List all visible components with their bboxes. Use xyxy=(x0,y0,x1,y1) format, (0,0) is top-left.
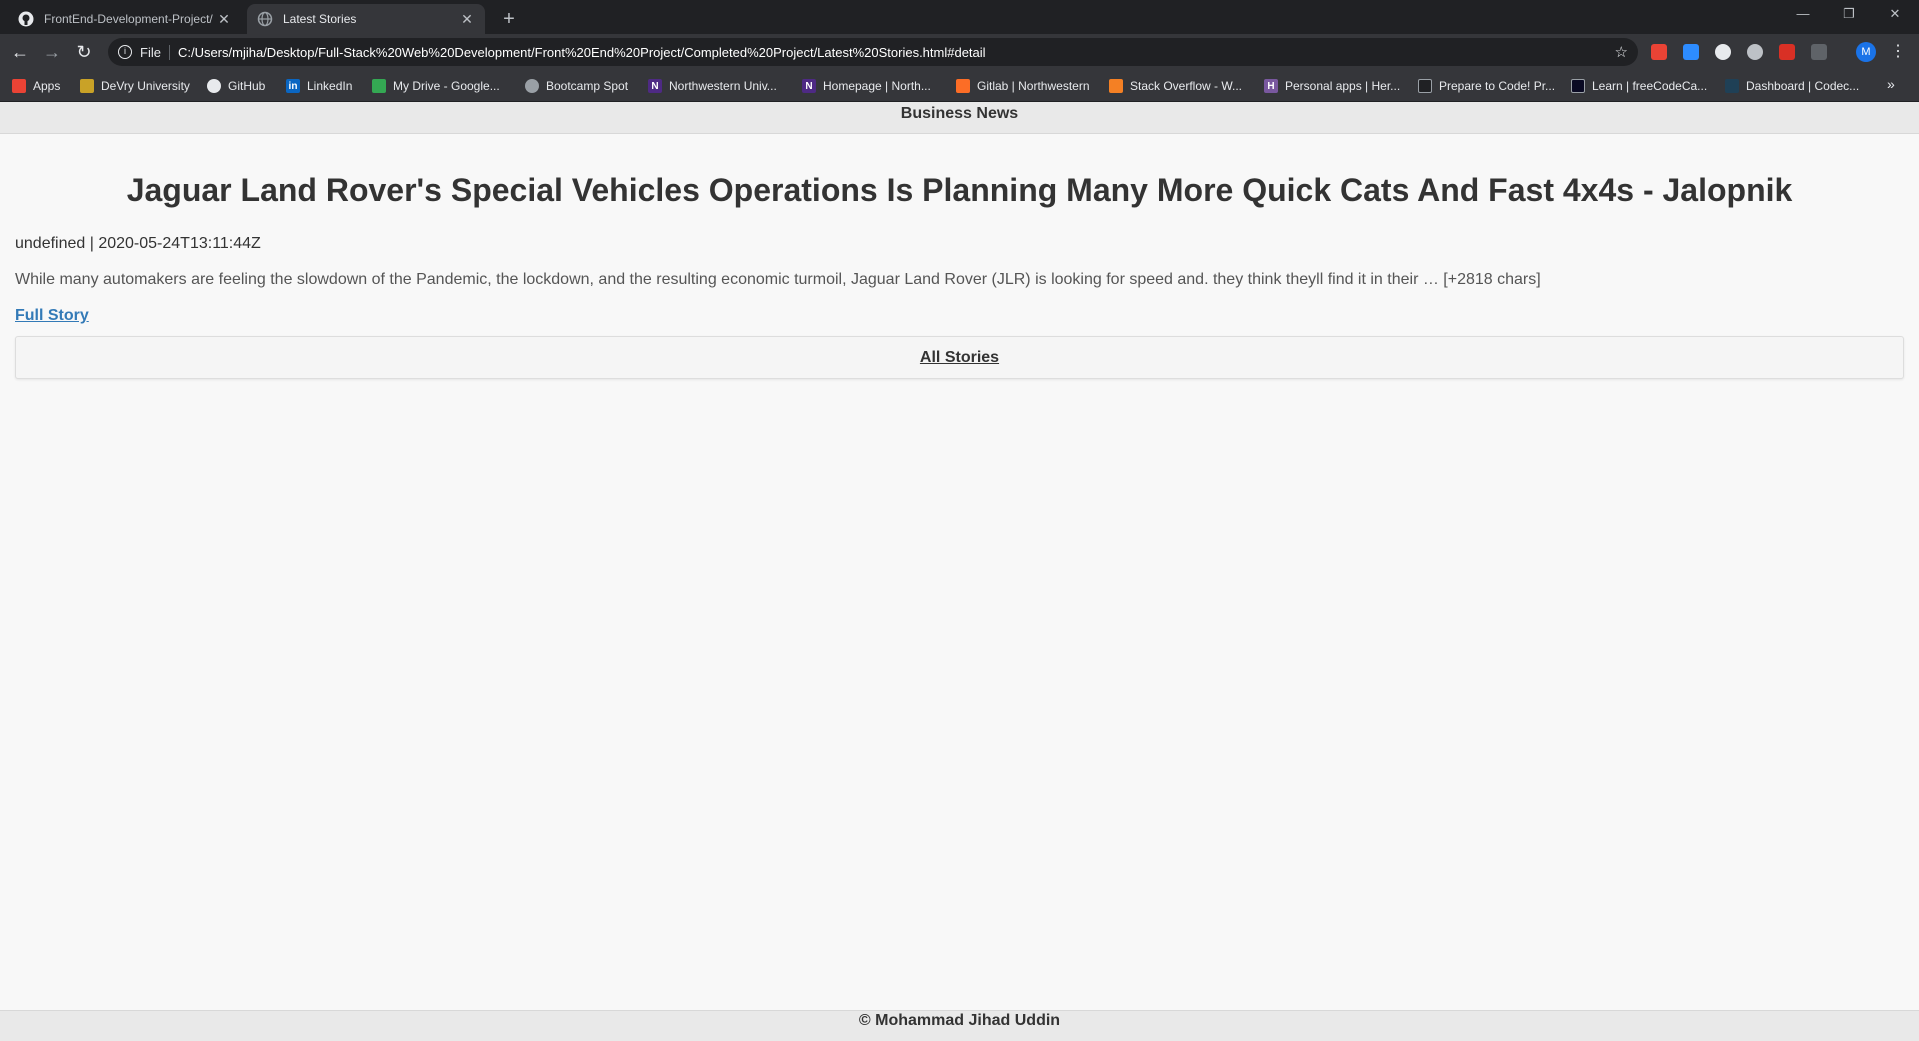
address-bar[interactable]: i File C:/Users/mjiha/Desktop/Full-Stack… xyxy=(108,38,1638,66)
bookmark-label: Northwestern Univ... xyxy=(669,79,777,93)
stackoverflow-icon xyxy=(1109,79,1123,93)
article-meta: undefined | 2020-05-24T13:11:44Z xyxy=(15,235,261,252)
bookmark-stackoverflow[interactable]: Stack Overflow - W... xyxy=(1109,78,1242,94)
northwestern-n-icon: N xyxy=(802,79,816,93)
gitlab-icon xyxy=(956,79,970,93)
full-story-link[interactable]: Full Story xyxy=(15,307,89,325)
extension-record-icon[interactable] xyxy=(1747,44,1763,60)
profile-avatar[interactable]: M xyxy=(1856,42,1876,62)
bookmark-github[interactable]: GitHub xyxy=(207,78,265,94)
bookmark-label: Gitlab | Northwestern xyxy=(977,79,1090,93)
bookmarks-bar: Apps DeVry University GitHub in LinkedIn… xyxy=(0,70,1919,102)
bookmark-label: LinkedIn xyxy=(307,79,353,93)
forward-arrow-icon[interactable]: → xyxy=(41,41,63,63)
devry-shield-icon xyxy=(80,79,94,93)
menu-dots-icon[interactable]: ⋮ xyxy=(1890,41,1906,61)
browser-toolbar: ← → ↻ i File C:/Users/mjiha/Desktop/Full… xyxy=(0,34,1919,70)
bookmark-label: My Drive - Google... xyxy=(393,79,500,93)
bookmarks-overflow-button[interactable]: » xyxy=(1887,76,1895,92)
back-arrow-icon[interactable]: ← xyxy=(9,41,31,63)
browser-tab-strip: FrontEnd-Development-Project/ ✕ Latest S… xyxy=(0,0,1919,34)
extension-lastpass-icon[interactable] xyxy=(1779,44,1795,60)
extension-zoom-icon[interactable] xyxy=(1683,44,1699,60)
bookmark-bootcamp-spot[interactable]: Bootcamp Spot xyxy=(525,78,628,94)
page-header: Business News xyxy=(0,102,1919,134)
close-window-button[interactable]: ✕ xyxy=(1872,0,1918,30)
extension-puzzle-icon[interactable] xyxy=(1811,44,1827,60)
bookmark-label: Dashboard | Codec... xyxy=(1746,79,1860,93)
heroku-icon: H xyxy=(1264,79,1278,93)
bookmark-linkedin[interactable]: in LinkedIn xyxy=(286,78,352,94)
bookmark-label: Personal apps | Her... xyxy=(1285,79,1401,93)
minimize-window-button[interactable]: — xyxy=(1780,0,1826,30)
freecodecamp-icon xyxy=(1571,79,1585,93)
bookmark-prepare-to-code[interactable]: Prepare to Code! Pr... xyxy=(1418,78,1555,94)
bookmark-label: Homepage | North... xyxy=(823,79,931,93)
bookmark-freecodecamp[interactable]: Learn | freeCodeCa... xyxy=(1571,78,1707,94)
reload-icon[interactable]: ↻ xyxy=(73,41,95,63)
extension-video-icon[interactable] xyxy=(1651,44,1667,60)
book-icon xyxy=(1418,79,1432,93)
globe-icon xyxy=(525,79,539,93)
linkedin-icon: in xyxy=(286,79,300,93)
tab-latest-stories[interactable]: Latest Stories ✕ xyxy=(247,4,485,34)
bookmark-devry[interactable]: DeVry University xyxy=(80,78,190,94)
globe-icon xyxy=(257,11,273,27)
restore-window-button[interactable]: ❐ xyxy=(1826,0,1872,30)
info-icon[interactable]: i xyxy=(118,45,132,59)
close-tab-icon[interactable]: ✕ xyxy=(459,11,475,28)
page-footer: © Mohammad Jihad Uddin xyxy=(0,1010,1919,1041)
github-icon xyxy=(207,79,221,93)
bookmark-northwestern-homepage[interactable]: N Homepage | North... xyxy=(802,78,931,94)
bookmark-label: Stack Overflow - W... xyxy=(1130,79,1243,93)
tab-github-project[interactable]: FrontEnd-Development-Project/ ✕ xyxy=(8,4,242,34)
tab-title: Latest Stories xyxy=(283,12,357,26)
bookmark-label: GitHub xyxy=(228,79,266,93)
article-headline: Jaguar Land Rover's Special Vehicles Ope… xyxy=(126,172,1793,208)
bookmark-label: Learn | freeCodeCa... xyxy=(1592,79,1708,93)
northwestern-n-icon: N xyxy=(648,79,662,93)
github-icon xyxy=(18,11,34,27)
bookmark-star-icon[interactable]: ☆ xyxy=(1615,43,1628,61)
bookmark-label: Prepare to Code! Pr... xyxy=(1439,79,1556,93)
article-description: While many automakers are feeling the sl… xyxy=(15,271,1541,288)
google-drive-icon xyxy=(372,79,386,93)
bookmark-gitlab[interactable]: Gitlab | Northwestern xyxy=(956,78,1090,94)
bookmark-label: Bootcamp Spot xyxy=(546,79,629,93)
bookmark-heroku[interactable]: H Personal apps | Her... xyxy=(1264,78,1400,94)
bookmark-codecademy[interactable]: Dashboard | Codec... xyxy=(1725,78,1859,94)
address-scheme: File xyxy=(140,44,170,60)
extension-circle-icon[interactable] xyxy=(1715,44,1731,60)
all-stories-button[interactable]: All Stories xyxy=(15,336,1904,379)
all-stories-label: All Stories xyxy=(919,349,1000,366)
apps-grid-icon xyxy=(12,79,26,93)
bookmark-google-drive[interactable]: My Drive - Google... xyxy=(372,78,500,94)
address-url[interactable]: C:/Users/mjiha/Desktop/Full-Stack%20Web%… xyxy=(178,45,986,60)
bookmark-label: Apps xyxy=(33,79,61,93)
close-tab-icon[interactable]: ✕ xyxy=(216,11,232,28)
codecademy-icon xyxy=(1725,79,1739,93)
bookmark-northwestern[interactable]: N Northwestern Univ... xyxy=(648,78,777,94)
tab-title: FrontEnd-Development-Project/ xyxy=(44,12,213,26)
bookmark-label: DeVry University xyxy=(101,79,190,93)
new-tab-button[interactable]: + xyxy=(496,6,522,32)
bookmark-apps[interactable]: Apps xyxy=(12,78,60,94)
